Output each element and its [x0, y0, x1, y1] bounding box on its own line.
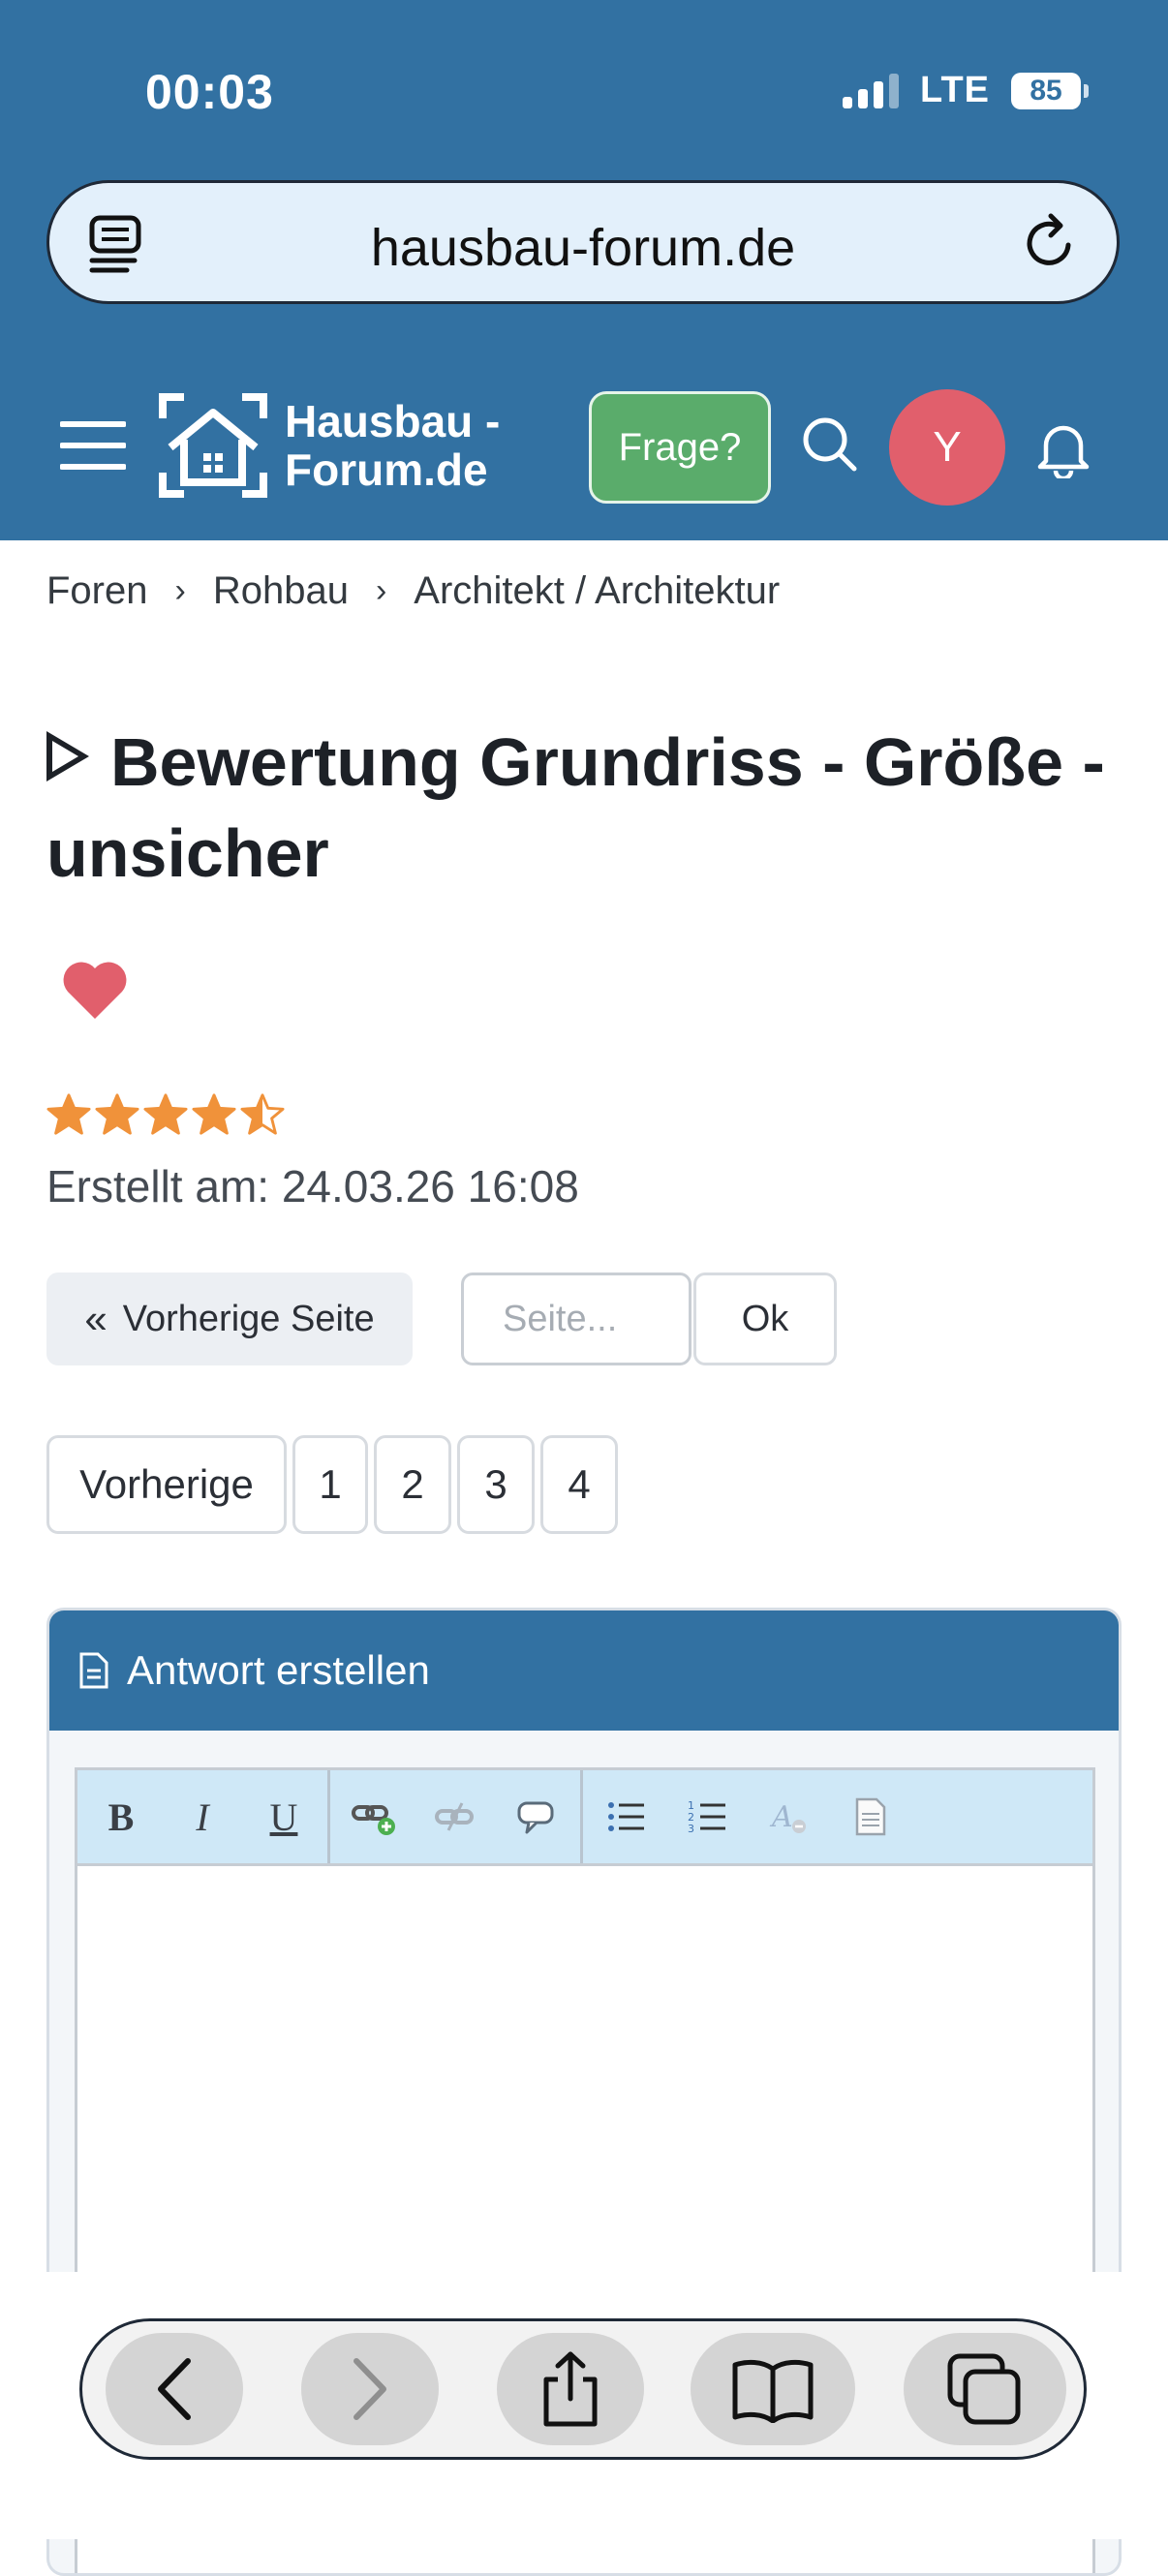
top-chrome: 00:03 LTE 85 hausbau-forum.de Hausbau - … — [0, 0, 1168, 540]
chevron-left-icon — [158, 2358, 191, 2420]
previous-page-label: Vorherige Seite — [122, 1298, 375, 1339]
star-icon[interactable] — [95, 1092, 139, 1137]
signal-icon — [843, 73, 900, 108]
star-icon[interactable] — [192, 1092, 236, 1137]
star-icon[interactable] — [143, 1092, 188, 1137]
ok-button[interactable]: Ok — [693, 1273, 837, 1365]
breadcrumb: Foren › Rohbau › Architekt / Architektur — [46, 569, 780, 613]
svg-text:3: 3 — [688, 1823, 694, 1835]
bullet-list-icon[interactable] — [600, 1791, 653, 1843]
book-icon — [732, 2359, 814, 2423]
double-chevron-left-icon: « — [84, 1296, 108, 1341]
reply-header-label: Antwort erstellen — [127, 1647, 430, 1693]
bottom-toolbar — [79, 2318, 1087, 2460]
house-logo-icon — [159, 393, 267, 498]
battery-icon: 85 — [1011, 72, 1089, 109]
source-document-icon[interactable] — [845, 1791, 897, 1843]
svg-text:A: A — [769, 1800, 793, 1834]
status-time: 00:03 — [145, 65, 274, 119]
breadcrumb-item-architektur[interactable]: Architekt / Architektur — [414, 569, 780, 613]
bookmarks-button[interactable] — [691, 2333, 855, 2445]
editor-toolbar: B I U 123 A — [77, 1770, 1092, 1866]
rating-stars[interactable] — [46, 1092, 285, 1137]
tabs-icon — [947, 2353, 1021, 2425]
thread-title: Bewertung Grundriss - Größe - unsicher — [46, 717, 1112, 899]
quote-bubble-icon[interactable] — [510, 1791, 563, 1843]
pager-page-4[interactable]: 4 — [540, 1435, 618, 1534]
status-indicators: LTE 85 — [843, 70, 1089, 111]
numbered-list-icon[interactable]: 123 — [682, 1791, 734, 1843]
bold-icon[interactable]: B — [95, 1791, 147, 1843]
document-icon — [79, 1652, 108, 1689]
share-button[interactable] — [497, 2333, 644, 2445]
insert-link-icon[interactable] — [348, 1791, 400, 1843]
pager-page-2[interactable]: 2 — [374, 1435, 451, 1534]
breadcrumb-item-foren[interactable]: Foren — [46, 569, 148, 613]
bell-icon[interactable] — [1036, 418, 1091, 478]
reply-header: Antwort erstellen — [49, 1610, 1119, 1731]
underline-icon[interactable]: U — [258, 1791, 310, 1843]
network-label: LTE — [920, 70, 990, 110]
search-icon[interactable] — [800, 414, 860, 475]
address-bar[interactable]: hausbau-forum.de — [46, 180, 1120, 304]
clear-format-icon[interactable]: A — [763, 1791, 815, 1843]
chevron-right-icon — [353, 2358, 386, 2420]
logo-line-2: Forum.de — [285, 445, 488, 495]
chevron-right-icon: › — [174, 572, 186, 609]
previous-page-button[interactable]: « Vorherige Seite — [46, 1273, 413, 1365]
logo-line-1: Hausbau - — [285, 396, 501, 446]
ask-question-button[interactable]: Frage? — [589, 391, 771, 504]
chevron-right-icon: › — [375, 572, 387, 609]
back-button[interactable] — [106, 2333, 243, 2445]
pager-previous[interactable]: Vorherige — [46, 1435, 287, 1534]
page-number-input[interactable] — [461, 1273, 692, 1365]
star-icon[interactable] — [46, 1092, 91, 1137]
site-logo[interactable]: Hausbau - Forum.de — [157, 391, 500, 500]
pagination: Vorherige 1 2 3 4 — [46, 1435, 618, 1534]
pager-page-1[interactable]: 1 — [292, 1435, 368, 1534]
created-date: Erstellt am: 24.03.26 16:08 — [46, 1161, 579, 1211]
forward-button[interactable] — [301, 2333, 439, 2445]
remove-link-icon[interactable] — [429, 1791, 481, 1843]
favorite-heart-icon[interactable] — [60, 959, 130, 1021]
share-icon — [543, 2351, 598, 2427]
user-avatar[interactable]: Y — [889, 389, 1005, 506]
play-outline-icon — [46, 731, 89, 782]
italic-icon[interactable]: I — [176, 1791, 229, 1843]
thread-title-text: Bewertung Grundriss - Größe - unsicher — [46, 724, 1105, 891]
hamburger-menu-icon[interactable] — [60, 418, 126, 473]
url-text[interactable]: hausbau-forum.de — [49, 218, 1117, 278]
pager-page-3[interactable]: 3 — [457, 1435, 535, 1534]
breadcrumb-item-rohbau[interactable]: Rohbau — [213, 569, 349, 613]
tabs-button[interactable] — [904, 2333, 1066, 2445]
reload-icon[interactable] — [1022, 212, 1080, 272]
star-icon[interactable] — [240, 1092, 285, 1137]
browser-bottom-bar — [0, 2272, 1168, 2539]
